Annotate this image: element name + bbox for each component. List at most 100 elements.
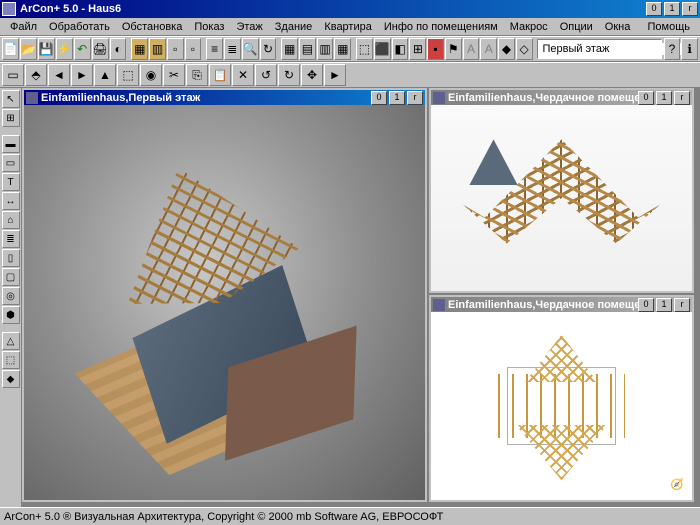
menu-edit[interactable]: Обработать (43, 21, 116, 33)
rot1-button[interactable]: ↺ (255, 64, 277, 86)
view2-button[interactable]: ⬛ (374, 38, 391, 60)
viewport-main-3d[interactable] (24, 105, 425, 500)
del-button[interactable]: ✕ (232, 64, 254, 86)
pan-button[interactable]: ✥ (301, 64, 323, 86)
zoom-button[interactable]: 🔍 (242, 38, 259, 60)
misc-tool[interactable]: ◆ (2, 370, 20, 388)
terrain-tool[interactable]: ⬚ (2, 351, 20, 369)
nav4-button[interactable]: ► (324, 64, 346, 86)
window-close-button[interactable]: r (407, 91, 423, 105)
view4-button[interactable]: ⊞ (409, 38, 426, 60)
print-button[interactable]: 🖨 (92, 38, 109, 60)
menu-building[interactable]: Здание (269, 21, 319, 33)
dim-tool[interactable]: ↔ (2, 192, 20, 210)
window-max-button[interactable]: 1 (656, 91, 672, 105)
menu-help[interactable]: Помощь (642, 21, 697, 33)
toolbar-row-2: ▭ ⬘ ◄ ► ▲ ⬚ ◉ ✂ ⎘ 📋 ✕ ↺ ↻ ✥ ► (0, 62, 700, 88)
window-tool[interactable]: ▢ (2, 268, 20, 286)
viewport-roof-3d[interactable] (431, 105, 692, 291)
view3d-button[interactable]: ⬘ (25, 64, 47, 86)
window-max-button[interactable]: 1 (656, 298, 672, 312)
undo-button[interactable]: ↶ (74, 38, 91, 60)
text-a-button[interactable]: A (463, 38, 480, 60)
grid4-button[interactable]: ▦ (334, 38, 351, 60)
copy-button[interactable]: ⎘ (186, 64, 208, 86)
text-tool[interactable]: T (2, 173, 20, 191)
window-min-button[interactable]: 0 (638, 298, 654, 312)
tool-c-button[interactable]: ▫ (167, 38, 184, 60)
nav2-button[interactable]: ► (71, 64, 93, 86)
view1-button[interactable]: ⬚ (356, 38, 373, 60)
column-tool[interactable]: ◎ (2, 287, 20, 305)
wall-tool[interactable]: ▬ (2, 135, 20, 153)
minimize-button[interactable]: 0 (646, 2, 662, 16)
window-close-button[interactable]: r (674, 298, 690, 312)
new-button[interactable]: 📄 (2, 38, 19, 60)
grid3-button[interactable]: ▥ (317, 38, 334, 60)
close-button[interactable]: r (682, 2, 698, 16)
menu-roominfo[interactable]: Инфо по помещениям (378, 21, 504, 33)
tool-a-button[interactable]: ▦ (131, 38, 148, 60)
roof-tool[interactable]: ⌂ (2, 211, 20, 229)
menu-apartment[interactable]: Квартира (318, 21, 378, 33)
menu-floor[interactable]: Этаж (230, 21, 268, 33)
nav1-button[interactable]: ◄ (48, 64, 70, 86)
grid1-button[interactable]: ▦ (281, 38, 298, 60)
rect-tool[interactable]: ▭ (2, 154, 20, 172)
window-main-titlebar[interactable]: Einfamilienhaus,Первый этаж 0 1 r (24, 90, 425, 105)
misc2-button[interactable]: ◇ (516, 38, 533, 60)
window-min-button[interactable]: 0 (638, 91, 654, 105)
door-tool[interactable]: ▯ (2, 249, 20, 267)
select-tool[interactable]: ⊞ (2, 109, 20, 127)
misc1-button[interactable]: ◆ (498, 38, 515, 60)
cursor-tool[interactable]: ↖ (2, 90, 20, 108)
window-main-3d[interactable]: Einfamilienhaus,Первый этаж 0 1 r (22, 88, 427, 502)
info-button[interactable]: ℹ (681, 38, 698, 60)
object-tool[interactable]: ⬢ (2, 306, 20, 324)
clip-button[interactable]: ✂ (163, 64, 185, 86)
tool-b-button[interactable]: ▥ (149, 38, 166, 60)
status-text: ArCon+ 5.0 ® Визуальная Архитектура, Cop… (4, 511, 443, 523)
rotate-button[interactable]: ↻ (260, 38, 277, 60)
mode-button[interactable]: ▭ (2, 64, 24, 86)
help-button[interactable]: ? (664, 38, 681, 60)
view-red-button[interactable]: ▪ (427, 38, 444, 60)
menu-options[interactable]: Опции (554, 21, 599, 33)
open-button[interactable]: 📂 (20, 38, 37, 60)
rot2-button[interactable]: ↻ (278, 64, 300, 86)
viewport-roof-2d[interactable]: 🧭 (431, 312, 692, 500)
grid2-button[interactable]: ▤ (299, 38, 316, 60)
tool-d-button[interactable]: ▫ (185, 38, 202, 60)
menu-file[interactable]: Файл (4, 21, 43, 33)
window-roof-3d[interactable]: Einfamilienhaus,Чердачное помещение 0 1 … (429, 88, 694, 293)
layers2-button[interactable]: ≣ (224, 38, 241, 60)
roof-truss-model (452, 133, 671, 263)
window-min-button[interactable]: 0 (371, 91, 387, 105)
window-close-button[interactable]: r (674, 91, 690, 105)
menu-furnish[interactable]: Обстановка (116, 21, 188, 33)
cam1-button[interactable]: ⬚ (117, 64, 139, 86)
window-roof2d-titlebar[interactable]: Einfamilienhaus,Чердачное помещение 0 1 … (431, 297, 692, 312)
paste-button[interactable]: 📋 (209, 64, 231, 86)
layers-button[interactable]: ≡ (206, 38, 223, 60)
floor-selector[interactable]: ▼ (537, 39, 661, 59)
stair-tool[interactable]: ≣ (2, 230, 20, 248)
menu-windows[interactable]: Окна (599, 21, 637, 33)
save-button[interactable]: 💾 (38, 38, 55, 60)
lightning-button[interactable]: ⚡ (56, 38, 73, 60)
window-max-button[interactable]: 1 (389, 91, 405, 105)
maximize-button[interactable]: 1 (664, 2, 680, 16)
nav3-button[interactable]: ▲ (94, 64, 116, 86)
cam2-button[interactable]: ◉ (140, 64, 162, 86)
view3-button[interactable]: ◧ (392, 38, 409, 60)
compass-icon: 🧭 (670, 478, 686, 494)
side-toolbar: ↖ ⊞ ▬ ▭ T ↔ ⌂ ≣ ▯ ▢ ◎ ⬢ △ ⬚ ◆ (0, 88, 22, 507)
tri-tool[interactable]: △ (2, 332, 20, 350)
window-roof3d-titlebar[interactable]: Einfamilienhaus,Чердачное помещение 0 1 … (431, 90, 692, 105)
toggle-button[interactable]: ◐ (110, 38, 127, 60)
menu-macros[interactable]: Макрос (504, 21, 554, 33)
menu-show[interactable]: Показ (188, 21, 230, 33)
flag-button[interactable]: ⚑ (445, 38, 462, 60)
text-a2-button[interactable]: A (480, 38, 497, 60)
window-roof-2d[interactable]: Einfamilienhaus,Чердачное помещение 0 1 … (429, 295, 694, 502)
